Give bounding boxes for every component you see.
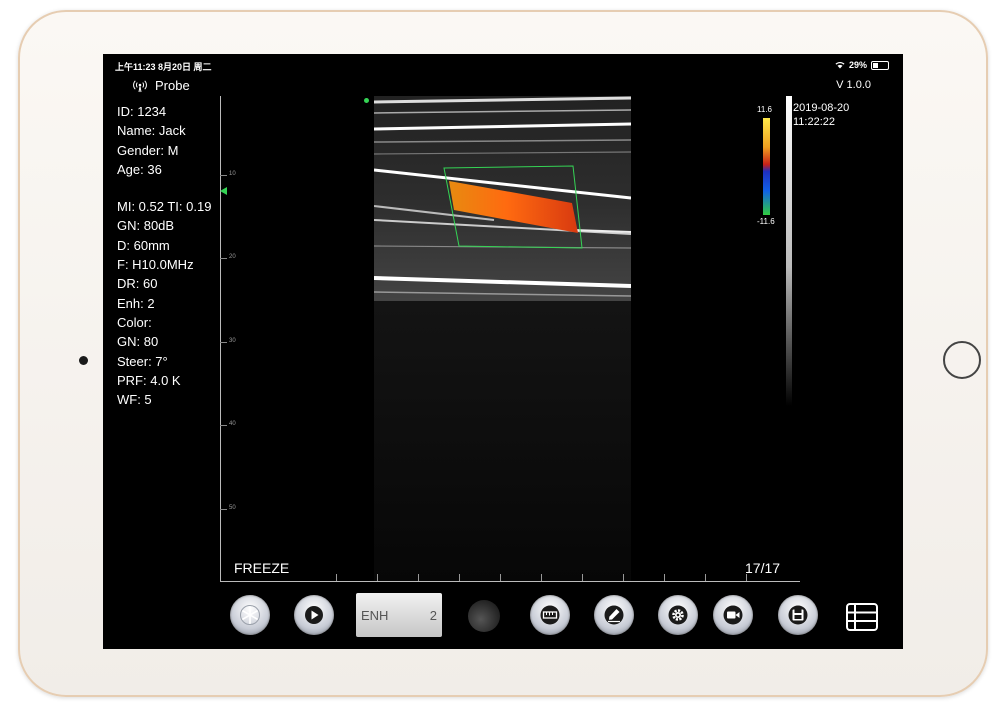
depth-tick [220, 425, 227, 426]
probe-indicator[interactable]: Probe [133, 78, 190, 93]
ultrasound-scan [374, 96, 631, 297]
colorbar-min-label: -11.6 [757, 217, 775, 226]
timeline-tick [582, 574, 583, 581]
video-camera-icon [723, 605, 743, 625]
app-version: V 1.0.0 [836, 79, 871, 91]
snowflake-icon [240, 605, 260, 625]
parameter-panel: ID: 1234 Name: Jack Gender: M Age: 36 MI… [117, 102, 211, 409]
timeline-tick [418, 574, 419, 581]
scan-time: 11:22:22 [793, 116, 836, 128]
status-time-date: 上午11:23 8月20日 周二 [115, 62, 212, 72]
timeline-tick [459, 574, 460, 581]
depth-tick-label: 40 [229, 421, 236, 427]
measure-button[interactable] [530, 595, 570, 635]
enh-value: 2 [429, 607, 437, 623]
bottom-toolbar: ENH 2 [103, 591, 903, 641]
wall-filter-value: WF: 5 [117, 392, 152, 408]
depth-tick-label: 10 [229, 171, 236, 177]
depth-tick [220, 258, 227, 259]
timeline-tick [500, 574, 501, 581]
timeline-tick [336, 574, 337, 581]
depth-tick-label: 20 [229, 254, 236, 260]
steer-value: Steer: 7° [117, 353, 168, 369]
save-button[interactable] [778, 595, 818, 635]
patient-age: Age: 36 [117, 161, 162, 177]
pen-icon [604, 605, 624, 625]
screen: 上午11:23 8月20日 周二 29% Probe V 1.0.0 ID: 1… [103, 54, 903, 649]
wifi-icon [835, 61, 845, 69]
home-button[interactable] [943, 341, 981, 379]
mi-ti-value: MI: 0.52 TI: 0.19 [117, 199, 212, 215]
focus-marker[interactable] [220, 187, 227, 195]
play-button[interactable] [294, 595, 334, 635]
patient-name: Name: Jack [117, 123, 186, 139]
settings-button[interactable] [658, 595, 698, 635]
depth-tick-label: 30 [229, 338, 236, 344]
freeze-button[interactable] [230, 595, 270, 635]
timeline-tick [623, 574, 624, 581]
patient-gender: Gender: M [117, 142, 179, 158]
timeline-tick [664, 574, 665, 581]
timeline-tick [541, 574, 542, 581]
depth-tick-label: 50 [229, 505, 236, 511]
scan-timestamp: 2019-08-20 11:22:22 [793, 101, 849, 129]
dial-icon[interactable] [468, 600, 500, 632]
depth-tick [220, 509, 227, 510]
front-camera [79, 356, 88, 365]
color-velocity-bar [763, 118, 770, 215]
prf-value: PRF: 4.0 K [117, 372, 181, 388]
enhancement-value: Enh: 2 [117, 295, 155, 311]
frame-counter: 17/17 [745, 560, 781, 576]
timeline-tick [377, 574, 378, 581]
ruler-icon [540, 605, 560, 625]
record-button[interactable] [713, 595, 753, 635]
color-header: Color: [117, 314, 152, 330]
battery-percent: 29% [848, 60, 867, 70]
enhancement-control[interactable]: ENH 2 [356, 593, 442, 637]
probe-label: Probe [155, 78, 190, 93]
freeze-status: FREEZE [234, 560, 290, 576]
cine-timeline[interactable] [220, 581, 800, 582]
list-icon [846, 603, 878, 631]
patient-list-button[interactable] [844, 599, 880, 635]
gain-value: GN: 80dB [117, 218, 175, 234]
scan-date: 2019-08-20 [793, 102, 850, 114]
play-icon [305, 606, 323, 624]
ultrasound-image[interactable] [374, 96, 631, 301]
enh-label: ENH [361, 607, 389, 623]
patient-id: ID: 1234 [117, 104, 167, 119]
annotate-button[interactable] [594, 595, 634, 635]
depth-tick [220, 342, 227, 343]
colorbar-max-label: 11.6 [757, 105, 772, 114]
depth-tick [220, 175, 227, 176]
orientation-dot [364, 98, 369, 103]
color-gain-value: GN: 80 [117, 334, 159, 350]
ultrasound-lower-field [374, 301, 631, 581]
timeline-tick [705, 574, 706, 581]
battery-icon [871, 60, 889, 70]
frequency-value: F: H10.0MHz [117, 257, 194, 273]
grayscale-bar [786, 96, 792, 406]
dynamic-range-value: DR: 60 [117, 276, 158, 292]
depth-value: D: 60mm [117, 237, 170, 253]
gear-icon [668, 605, 688, 625]
save-icon [788, 605, 808, 625]
status-right: 29% [835, 60, 889, 70]
probe-signal-icon [133, 79, 147, 92]
